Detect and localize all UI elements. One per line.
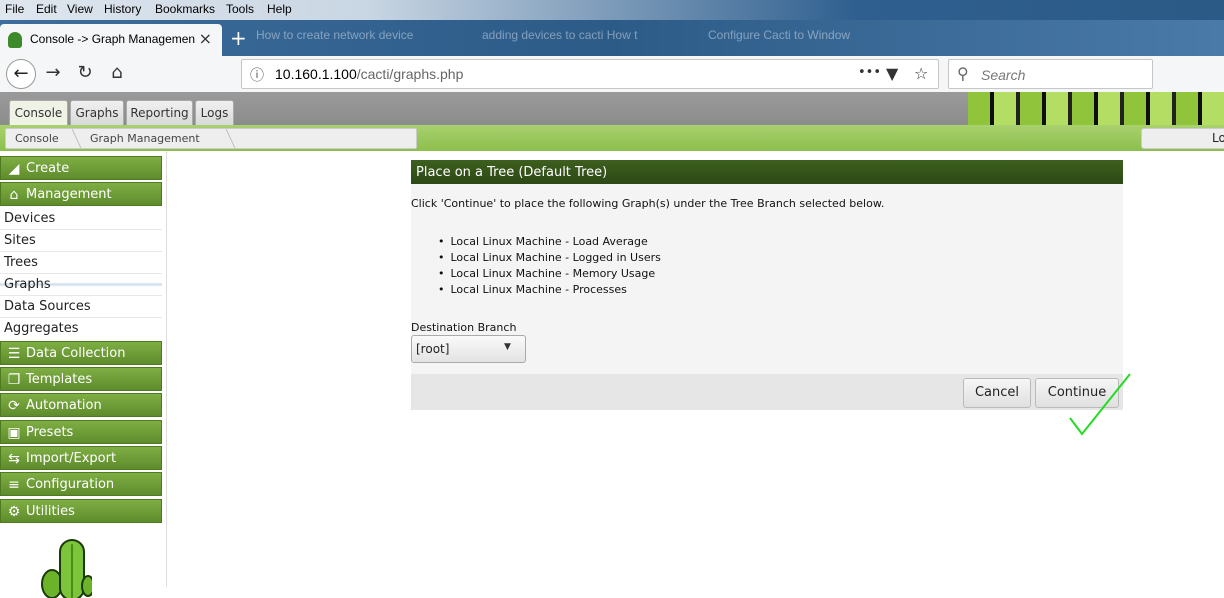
- sidebar-utilities[interactable]: ⚙ Utilities: [0, 499, 162, 523]
- sidebar-create[interactable]: ◢ Create: [0, 156, 162, 180]
- destination-branch-label: Destination Branch: [411, 321, 517, 334]
- search-icon: ⚲: [957, 64, 969, 83]
- sidebar-import-export[interactable]: ⇆ Import/Export: [0, 446, 162, 470]
- cacti-logo-icon: [41, 539, 92, 598]
- list-item: Local Linux Machine - Processes: [438, 282, 661, 298]
- selected-branch: [root]: [416, 342, 450, 356]
- list-item: Local Linux Machine - Logged in Users: [438, 250, 661, 266]
- sidebar-item-sites[interactable]: Sites: [0, 230, 162, 252]
- pocket-icon[interactable]: ▼: [886, 64, 898, 83]
- exchange-icon: ⇆: [8, 451, 20, 467]
- cogs-icon: ⚙: [7, 504, 21, 520]
- sidebar-configuration[interactable]: ≡ Configuration: [0, 472, 162, 496]
- tab-logs[interactable]: Logs: [195, 100, 234, 125]
- breadcrumb-graph-management[interactable]: Graph Management: [90, 132, 200, 145]
- menu-help[interactable]: Help: [267, 2, 292, 16]
- url-bar[interactable]: ⓘ 10.160.1.100/cacti/graphs.php ••• ▼ ☆: [241, 59, 939, 89]
- archive-icon: ▣: [7, 425, 21, 441]
- menu-tools[interactable]: Tools: [226, 2, 254, 16]
- home-icon: ⌂: [9, 187, 19, 203]
- sidebar-presets[interactable]: ▣ Presets: [0, 420, 162, 444]
- list-item: Local Linux Machine - Memory Usage: [438, 266, 661, 282]
- cacti-banner-image: [968, 92, 1224, 125]
- new-tab-icon[interactable]: +: [230, 26, 247, 50]
- breadcrumb-separator: [215, 129, 236, 148]
- tab-background-2[interactable]: adding devices to cacti How t: [482, 28, 662, 48]
- tab-title: Console -> Graph Managemen: [30, 32, 196, 46]
- area-chart-icon: ◢: [8, 161, 20, 177]
- sidebar-templates[interactable]: ❐ Templates: [0, 367, 162, 391]
- close-tab-icon[interactable]: ×: [199, 29, 212, 48]
- tab-console[interactable]: Console: [9, 100, 68, 125]
- url-text: 10.160.1.100/cacti/graphs.php: [275, 66, 464, 82]
- back-icon[interactable]: ←: [6, 59, 36, 89]
- tab-graphs[interactable]: Graphs: [70, 100, 124, 125]
- page-actions-icon[interactable]: •••: [858, 65, 881, 80]
- checkmark-icon: [1069, 373, 1131, 436]
- menu-file[interactable]: File: [5, 2, 24, 16]
- tab-background-1[interactable]: How to create network device: [256, 28, 436, 48]
- sidebar-item-trees[interactable]: Trees: [0, 252, 162, 274]
- breadcrumb: Console Graph Management: [5, 128, 417, 149]
- sidebar-item-data-sources[interactable]: Data Sources: [0, 296, 162, 318]
- sidebar-automation[interactable]: ⟳ Automation: [0, 393, 162, 417]
- graph-list: Local Linux Machine - Load Average Local…: [438, 234, 661, 298]
- menu-history[interactable]: History: [104, 2, 141, 16]
- sidebar-item-aggregates[interactable]: Aggregates: [0, 318, 162, 340]
- sidebar-item-devices[interactable]: Devices: [0, 208, 162, 230]
- database-icon: ☰: [7, 346, 21, 362]
- sliders-icon: ≡: [8, 477, 20, 493]
- tab-reporting[interactable]: Reporting: [126, 100, 193, 125]
- sidebar-item-graphs[interactable]: Graphs: [0, 274, 162, 296]
- sidebar-management[interactable]: ⌂ Management: [0, 182, 162, 206]
- reload-icon[interactable]: ↻: [72, 60, 98, 86]
- sidebar: ◢ Create ⌂ Management Devices Sites Tree…: [0, 151, 167, 587]
- panel-header: Place on a Tree (Default Tree): [411, 160, 1123, 184]
- tab-active[interactable]: Console -> Graph Managemen ×: [0, 24, 222, 56]
- home-icon[interactable]: ⌂: [104, 60, 130, 86]
- destination-branch-select[interactable]: [root] ▼: [411, 335, 526, 363]
- cacti-favicon-icon: [8, 32, 22, 48]
- panel-title: Place on a Tree (Default Tree): [416, 165, 608, 180]
- chevron-down-icon: ▼: [504, 342, 511, 352]
- info-icon[interactable]: ⓘ: [250, 65, 264, 85]
- refresh-icon: ⟳: [8, 398, 20, 414]
- sidebar-data-collection[interactable]: ☰ Data Collection: [0, 341, 162, 365]
- search-input[interactable]: ⚲ Search: [948, 59, 1153, 89]
- instruction-text: Click 'Continue' to place the following …: [411, 197, 885, 210]
- menu-edit[interactable]: Edit: [36, 2, 57, 16]
- login-info[interactable]: Lo: [1141, 128, 1224, 149]
- bookmark-star-icon[interactable]: ☆: [914, 64, 928, 83]
- copy-icon: ❐: [7, 372, 21, 388]
- menu-bookmarks[interactable]: Bookmarks: [155, 2, 215, 16]
- menu-bar: File Edit View History Bookmarks Tools H…: [0, 0, 1224, 20]
- breadcrumb-separator: [61, 129, 82, 148]
- breadcrumb-console[interactable]: Console: [15, 132, 59, 145]
- forward-icon[interactable]: →: [40, 60, 66, 86]
- menu-view[interactable]: View: [67, 2, 93, 16]
- cancel-button[interactable]: Cancel: [963, 378, 1031, 408]
- list-item: Local Linux Machine - Load Average: [438, 234, 661, 250]
- search-placeholder: Search: [981, 67, 1026, 83]
- tab-background-3[interactable]: Configure Cacti to Window: [708, 28, 888, 48]
